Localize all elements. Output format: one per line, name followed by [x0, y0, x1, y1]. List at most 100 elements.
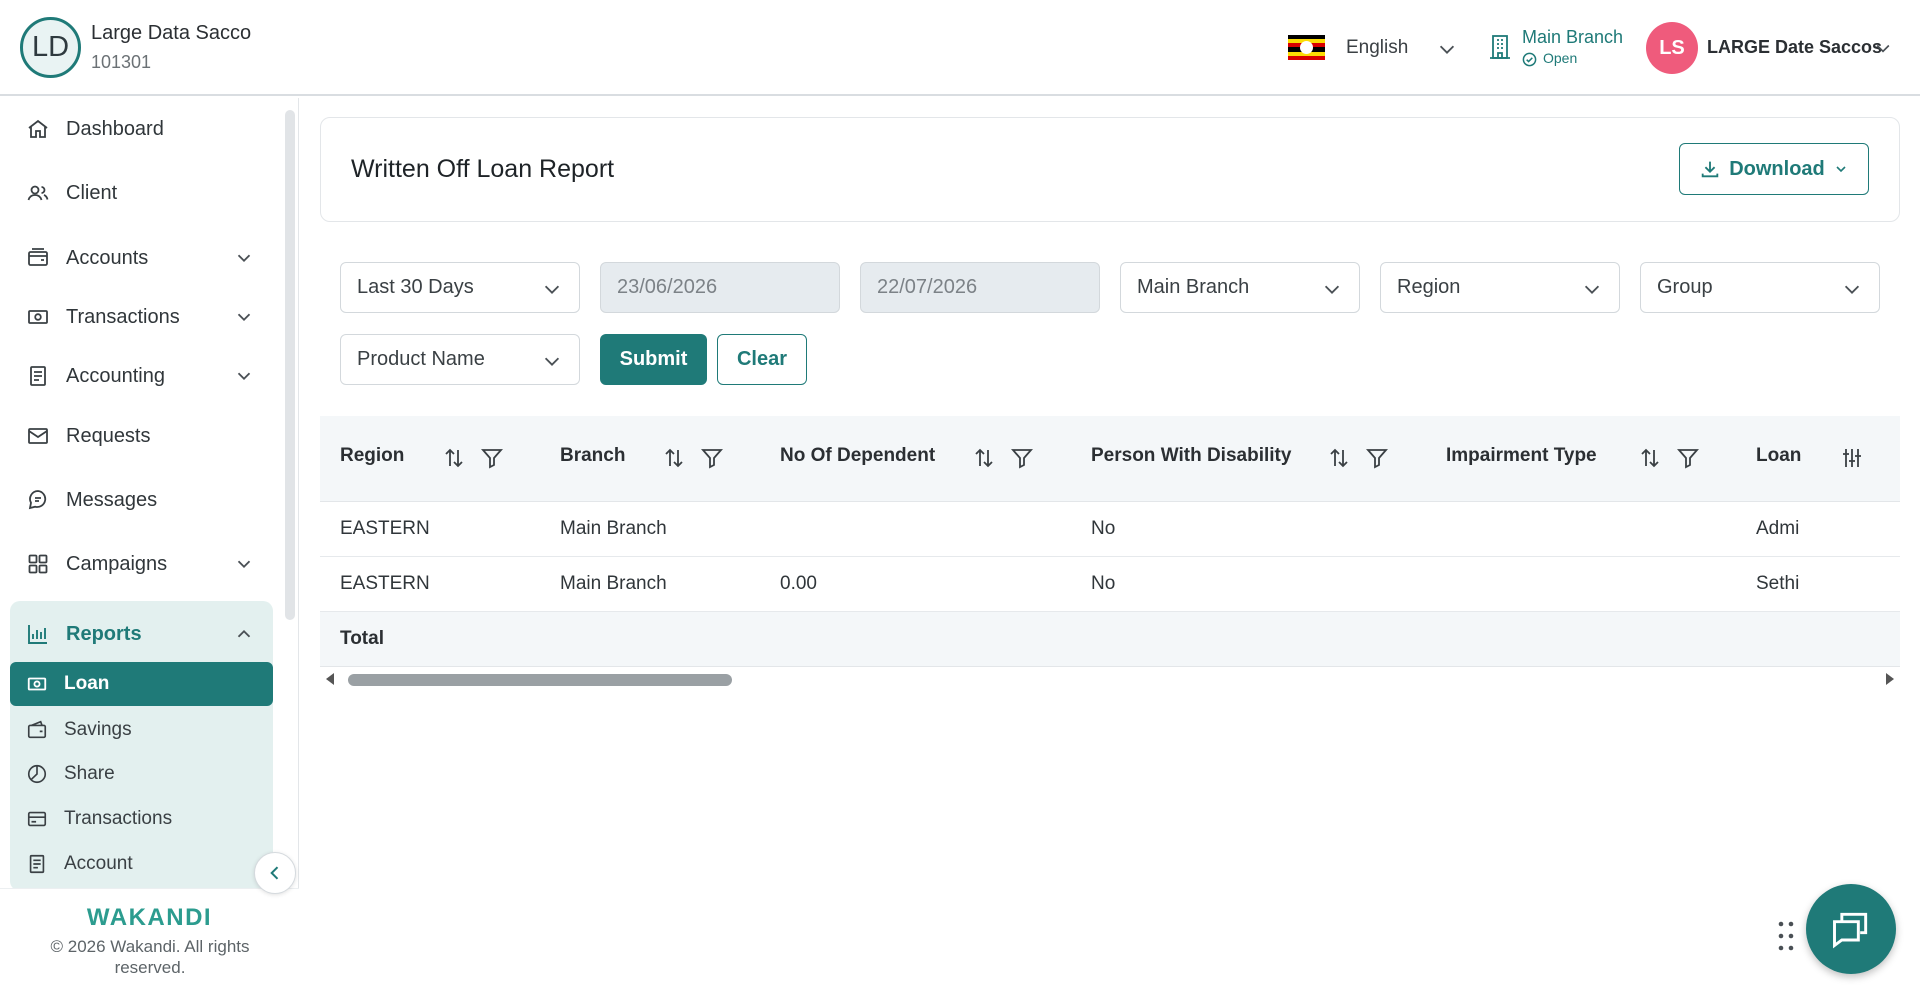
sidebar-scrollbar[interactable] — [285, 110, 295, 620]
filter-icon[interactable] — [1676, 446, 1700, 470]
table-total-row: Total — [320, 612, 1900, 667]
top-bar: LD Large Data Sacco 101301 English Main … — [0, 0, 1920, 96]
sort-icon[interactable] — [1638, 446, 1662, 470]
chevron-down-icon — [1581, 278, 1603, 300]
sidebar-item-label: Campaigns — [66, 552, 168, 575]
download-button[interactable]: Download — [1679, 143, 1869, 195]
pie-chart-icon — [26, 763, 48, 785]
column-header-branch[interactable]: Branch — [560, 445, 625, 467]
sidebar-item-label: Transactions — [66, 305, 180, 328]
sidebar-item-accounts[interactable]: Accounts — [10, 236, 273, 280]
filter-icon[interactable] — [1010, 446, 1034, 470]
horizontal-scrollbar[interactable] — [320, 667, 1900, 691]
cell-loan: Admi — [1756, 518, 1800, 539]
chat-support-button[interactable] — [1806, 884, 1896, 974]
clear-button[interactable]: Clear — [717, 334, 807, 385]
chevron-down-icon — [1833, 161, 1849, 177]
cell-disability: No — [1091, 573, 1116, 594]
sort-icon[interactable] — [662, 446, 686, 470]
sidebar-item-label: Reports — [66, 622, 142, 645]
chevron-down-icon — [233, 247, 255, 269]
column-header-dependents[interactable]: No Of Dependent — [780, 445, 935, 467]
column-header-impairment[interactable]: Impairment Type — [1446, 445, 1597, 467]
sidebar-item-campaigns[interactable]: Campaigns — [10, 542, 273, 586]
column-header-region[interactable]: Region — [340, 445, 404, 467]
sidebar-item-label: Share — [64, 763, 115, 784]
region-select[interactable]: Region — [1380, 262, 1620, 313]
column-settings-icon[interactable] — [1840, 446, 1864, 470]
filter-icon[interactable] — [480, 446, 504, 470]
filter-icon[interactable] — [1365, 446, 1389, 470]
sidebar-subitem-transactions[interactable]: Transactions — [10, 797, 273, 841]
chevron-down-icon — [233, 553, 255, 575]
column-header-loan[interactable]: Loan — [1756, 445, 1801, 467]
mail-icon — [26, 424, 50, 448]
date-to-field[interactable]: 22/07/2026 — [860, 262, 1100, 313]
brand-logo: WAKANDI — [86, 904, 213, 931]
total-label: Total — [340, 628, 384, 649]
scrollbar-thumb[interactable] — [348, 674, 732, 686]
sort-icon[interactable] — [972, 446, 996, 470]
chevron-down-icon — [1321, 278, 1343, 300]
column-header-disability[interactable]: Person With Disability — [1091, 445, 1291, 467]
cell-region: EASTERN — [340, 518, 430, 539]
product-select[interactable]: Product Name — [340, 334, 580, 385]
download-icon — [1699, 158, 1721, 180]
language-selector[interactable]: English — [1346, 37, 1408, 59]
cell-branch: Main Branch — [560, 573, 667, 594]
sidebar-subitem-savings[interactable]: Savings — [10, 708, 273, 752]
drag-handle-icon[interactable] — [1778, 921, 1794, 951]
bar-chart-icon — [26, 622, 50, 646]
cell-branch: Main Branch — [560, 518, 667, 539]
sidebar-item-messages[interactable]: Messages — [10, 478, 273, 522]
wallet-icon — [26, 719, 48, 741]
org-avatar[interactable]: LD — [20, 17, 81, 78]
date-from-field[interactable]: 23/06/2026 — [600, 262, 840, 313]
home-icon — [26, 117, 50, 141]
sidebar-subitem-account[interactable]: Account — [10, 842, 273, 886]
user-avatar[interactable]: LS — [1646, 22, 1698, 74]
ledger-icon — [26, 364, 50, 388]
product-value: Product Name — [357, 348, 485, 370]
date-to-value: 22/07/2026 — [877, 276, 978, 298]
table-row[interactable]: EASTERN Main Branch 0.00 No Sethi — [320, 557, 1900, 612]
sidebar-item-label: Requests — [66, 424, 151, 447]
org-code: 101301 — [91, 52, 152, 72]
users-icon — [26, 181, 50, 205]
sidebar-item-reports[interactable]: Reports — [10, 612, 273, 656]
sidebar-item-label: Messages — [66, 488, 158, 511]
credit-card-icon — [26, 808, 48, 830]
building-icon — [1489, 34, 1511, 60]
table-row[interactable]: EASTERN Main Branch No Admi — [320, 502, 1900, 557]
chevron-left-icon — [265, 863, 285, 883]
sort-icon[interactable] — [442, 446, 466, 470]
sidebar-item-dashboard[interactable]: Dashboard — [10, 107, 273, 151]
branch-select[interactable]: Main Branch — [1120, 262, 1360, 313]
collapse-sidebar-button[interactable] — [254, 852, 296, 894]
sort-icon[interactable] — [1327, 446, 1351, 470]
scroll-left-icon[interactable] — [326, 673, 336, 685]
period-select[interactable]: Last 30 Days — [340, 262, 580, 313]
user-menu[interactable]: LARGE Date Saccos — [1707, 37, 1882, 58]
check-circle-icon — [1522, 52, 1537, 67]
scroll-right-icon[interactable] — [1884, 673, 1894, 685]
chevron-down-icon[interactable] — [1873, 38, 1893, 58]
filter-icon[interactable] — [700, 446, 724, 470]
sidebar-item-accounting[interactable]: Accounting — [10, 354, 273, 398]
sidebar-subitem-loan[interactable]: Loan — [10, 662, 273, 706]
sidebar-item-client[interactable]: Client — [10, 171, 273, 215]
sidebar-subitem-share[interactable]: Share — [10, 752, 273, 796]
group-select[interactable]: Group — [1640, 262, 1880, 313]
chevron-down-icon[interactable] — [1436, 38, 1458, 60]
sidebar-item-requests[interactable]: Requests — [10, 414, 273, 458]
submit-button[interactable]: Submit — [600, 334, 707, 385]
branch-status: Open — [1543, 50, 1578, 66]
chat-icon — [1829, 907, 1873, 951]
chevron-down-icon — [541, 350, 563, 372]
sidebar-item-label: Accounts — [66, 246, 149, 269]
copyright-text: © 2026 Wakandi. All rights reserved. — [50, 937, 250, 977]
sidebar-item-transactions[interactable]: Transactions — [10, 295, 273, 339]
branch-selector[interactable]: Main Branch — [1522, 27, 1623, 48]
cell-dependents: 0.00 — [780, 573, 817, 594]
uganda-flag-icon[interactable] — [1288, 35, 1325, 60]
